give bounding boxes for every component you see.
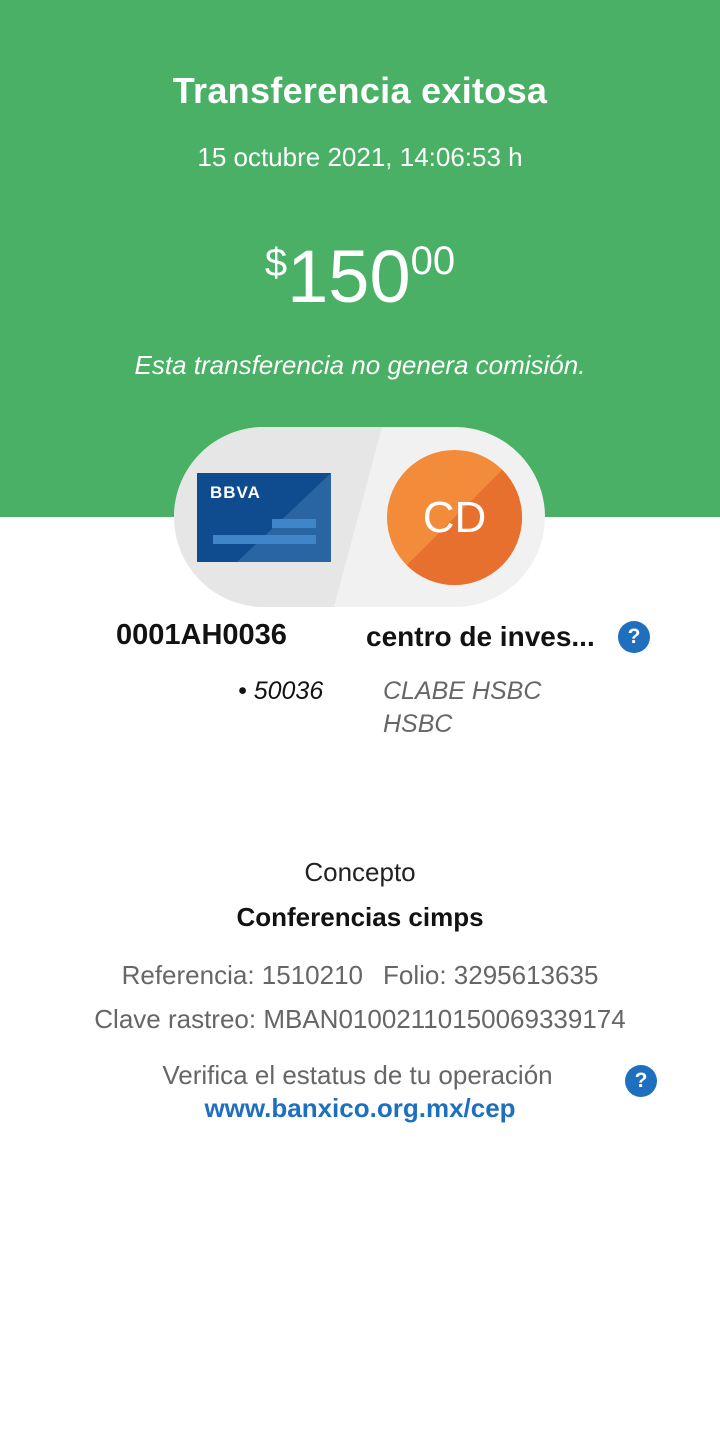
concept-label: Concepto <box>304 857 416 887</box>
transfer-amount: $15000 <box>0 240 720 314</box>
concept-value: Conferencias cimps <box>236 902 484 932</box>
transfer-datetime: 15 octubre 2021, 14:06:53 h <box>197 142 523 172</box>
recipient-avatar: CD <box>387 450 522 585</box>
recipient-help-icon[interactable]: ? <box>618 621 650 653</box>
bbva-card-icon: BBVA <box>197 473 331 562</box>
amount-cents: 00 <box>410 239 456 283</box>
verify-status-text: Verifica el estatus de tu operación <box>162 1060 553 1090</box>
card-brand: BBVA <box>210 483 261 502</box>
origin-account-number: • 50036 <box>238 677 324 705</box>
folio-value: Folio: 3295613635 <box>383 960 599 990</box>
page-title: Transferencia exitosa <box>172 70 548 111</box>
amount-currency: $ <box>264 241 288 285</box>
recipient-bank: HSBC <box>383 710 453 738</box>
recipient-account-type: CLABE HSBC <box>383 677 542 705</box>
transfer-parties-pill: BBVA CD <box>174 427 545 607</box>
reference-value: Referencia: 1510210 <box>121 960 363 990</box>
recipient-initials: CD <box>422 492 487 542</box>
banxico-cep-link[interactable]: www.banxico.org.mx/cep <box>0 1093 720 1124</box>
commission-note: Esta transferencia no genera comisión. <box>134 350 586 380</box>
amount-integer: 150 <box>287 235 411 318</box>
recipient-name: centro de inves... <box>366 621 595 652</box>
reference-folio-row: Referencia: 1510210 Folio: 3295613635 <box>0 960 720 991</box>
origin-account-name: 0001AH0036 <box>116 619 287 651</box>
trace-key: Clave rastreo: MBAN01002110150069339174 <box>94 1004 626 1034</box>
